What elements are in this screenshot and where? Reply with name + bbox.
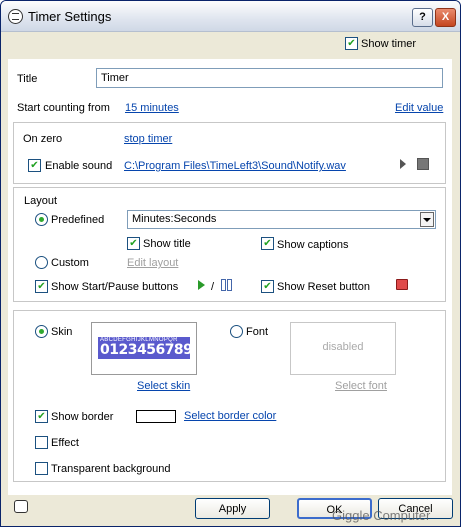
format-select-value: Minutes:Seconds	[132, 213, 217, 225]
chevron-down-icon	[423, 218, 431, 222]
font-radio[interactable]	[230, 325, 243, 338]
show-captions-label: Show captions	[277, 239, 349, 251]
window-title: Timer Settings	[28, 9, 112, 24]
show-title-label: Show title	[143, 238, 191, 250]
layout-group-label: Layout	[24, 195, 58, 207]
predefined-label: Predefined	[51, 214, 105, 226]
stop-sound-icon[interactable]	[417, 158, 429, 170]
custom-radio[interactable]	[35, 256, 48, 269]
skin-preview-display: ABCDEFGHIJKLMNOPQR 0123456789	[98, 337, 193, 359]
edit-value-link[interactable]: Edit value	[395, 102, 443, 114]
pause-icon	[221, 279, 226, 291]
border-color-swatch[interactable]	[136, 410, 176, 423]
format-select[interactable]: Minutes:Seconds	[127, 210, 436, 229]
show-timer-label: Show timer	[361, 38, 417, 50]
on-zero-group: On zero stop timer ✔ Enable sound C:\Pro…	[13, 122, 446, 184]
show-reset-checkbox[interactable]: ✔	[261, 280, 274, 293]
show-startpause-label: Show Start/Pause buttons	[51, 281, 179, 293]
reset-icon	[396, 279, 408, 290]
settings-panel: Title Start counting from 15 minutes Edi…	[8, 59, 452, 495]
effect-label: Effect	[51, 437, 79, 449]
help-button[interactable]: ?	[412, 8, 433, 27]
edit-layout-link[interactable]: Edit layout	[127, 257, 178, 269]
show-captions-checkbox[interactable]: ✔	[261, 237, 274, 250]
font-preview-text: disabled	[322, 341, 364, 353]
watermark: Giggle Computer	[332, 508, 431, 523]
title-label: Title	[17, 73, 38, 85]
show-border-checkbox[interactable]: ✔	[35, 410, 48, 423]
dropdown-button[interactable]	[420, 212, 434, 227]
effect-checkbox[interactable]	[35, 436, 48, 449]
play-sound-icon[interactable]	[400, 159, 406, 169]
on-zero-label: On zero	[23, 133, 63, 145]
timer-settings-window: Timer Settings ? X ✔ Show timer Title St…	[0, 0, 461, 527]
apply-button[interactable]: Apply	[195, 498, 270, 519]
title-input[interactable]	[96, 68, 443, 88]
show-timer-checkbox[interactable]: ✔	[345, 37, 358, 50]
select-border-color-link[interactable]: Select border color	[184, 410, 276, 422]
select-font-link[interactable]: Select font	[335, 380, 387, 392]
on-zero-action-link[interactable]: stop timer	[124, 133, 172, 145]
skin-preview-digits: 0123456789	[100, 342, 193, 358]
title-bar[interactable]: Timer Settings ? X	[1, 1, 460, 32]
font-preview: disabled	[290, 322, 396, 375]
font-label: Font	[246, 326, 269, 338]
skin-radio[interactable]	[35, 325, 48, 338]
show-reset-label: Show Reset button	[277, 281, 370, 293]
layout-group: Layout Predefined Minutes:Seconds ✔ Show…	[13, 187, 446, 302]
slash-separator: /	[211, 281, 215, 293]
pause-icon-bar	[227, 279, 232, 291]
transparent-background-checkbox[interactable]	[35, 462, 48, 475]
enable-sound-checkbox[interactable]: ✔	[28, 159, 41, 172]
timer-app-icon	[8, 9, 23, 24]
select-skin-link[interactable]: Select skin	[137, 380, 190, 392]
help-tooltip-icon[interactable]	[14, 500, 28, 513]
sound-file-link[interactable]: C:\Program Files\TimeLeft3\Sound\Notify.…	[124, 160, 346, 172]
start-value-link[interactable]: 15 minutes	[125, 102, 179, 114]
show-title-checkbox[interactable]: ✔	[127, 237, 140, 250]
close-button[interactable]: X	[435, 8, 456, 27]
skin-preview[interactable]: ABCDEFGHIJKLMNOPQR 0123456789	[91, 322, 197, 375]
skin-label: Skin	[51, 326, 73, 338]
transparent-background-label: Transparent background	[51, 463, 171, 475]
custom-label: Custom	[51, 257, 89, 269]
predefined-radio[interactable]	[35, 213, 48, 226]
show-startpause-checkbox[interactable]: ✔	[35, 280, 48, 293]
appearance-group: Skin ABCDEFGHIJKLMNOPQR 0123456789 Selec…	[13, 310, 446, 482]
show-border-label: Show border	[51, 411, 114, 423]
enable-sound-label: Enable sound	[45, 160, 113, 172]
start-counting-label: Start counting from	[17, 102, 110, 114]
start-icon	[198, 280, 205, 290]
